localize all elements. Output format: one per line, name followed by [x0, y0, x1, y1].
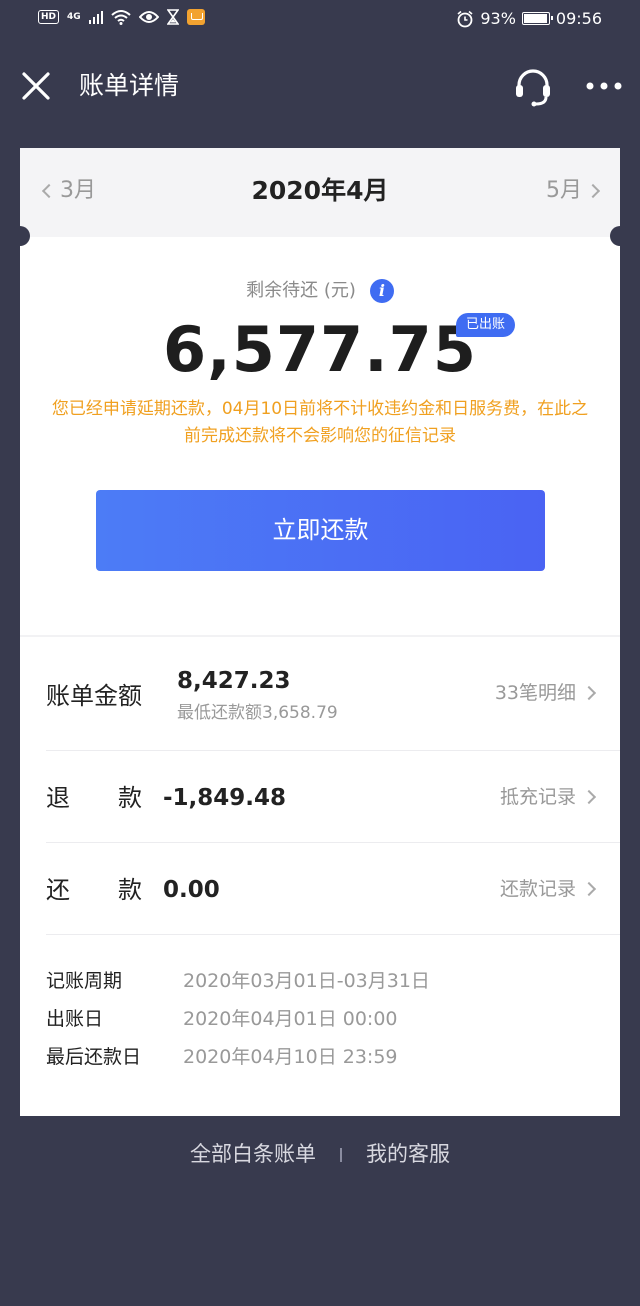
- network-type: 4G: [67, 12, 81, 22]
- next-month-button[interactable]: 5月: [546, 176, 601, 206]
- row-divider: [46, 934, 620, 935]
- footer-links: 全部白条账单 我的客服: [0, 1136, 640, 1172]
- alarm-icon: [457, 10, 473, 27]
- offset-records-link[interactable]: 抵充记录: [499, 783, 597, 811]
- repayment-row[interactable]: 还 款 0.00 还款记录: [20, 843, 620, 935]
- remaining-label-row: 剩余待还 (元) i: [20, 278, 620, 304]
- mail-notification-icon: [186, 9, 205, 25]
- eye-icon: [138, 11, 159, 23]
- deferral-notice: 您已经申请延期还款，04月10日前将不计收违约金和日服务费，在此之前完成还款将不…: [51, 399, 589, 446]
- remaining-label: 剩余待还 (元): [246, 280, 356, 301]
- repayment-records-link[interactable]: 还款记录: [499, 875, 597, 903]
- statement-date-value: 2020年04月01日 00:00: [183, 1008, 398, 1030]
- list-item: 最后还款日 2020年04月10日 23:59: [46, 1042, 606, 1080]
- bill-amount-row[interactable]: 账单金额 8,427.23 最低还款额3,658.79 33笔明细: [20, 637, 620, 751]
- remaining-amount: 6,577.75: [163, 313, 477, 386]
- status-badge: 已出账: [456, 313, 516, 337]
- chevron-right-icon: [581, 685, 597, 701]
- chevron-right-icon: [581, 789, 597, 805]
- due-date-value: 2020年04月10日 23:59: [183, 1046, 398, 1068]
- list-item: 记账周期 2020年03月01日-03月31日: [46, 966, 606, 1004]
- repayment-value: 0.00: [163, 877, 220, 903]
- battery-icon: [521, 12, 553, 25]
- month-switcher: 3月 2020年4月 5月: [20, 148, 620, 237]
- hd-icon: HD: [38, 10, 60, 24]
- refund-label: 退 款: [46, 784, 142, 812]
- battery-percent: 93%: [480, 9, 516, 28]
- bill-amount-value: 8,427.23: [177, 668, 291, 694]
- next-month-label: 5月: [546, 178, 582, 203]
- repayment-label: 还 款: [46, 876, 142, 904]
- bill-card: 3月 2020年4月 5月 剩余待还 (元) i 6,577.75 已出账 您已经…: [10, 148, 630, 1116]
- minimum-payment: 最低还款额3,658.79: [177, 703, 338, 723]
- wifi-icon: [111, 10, 131, 25]
- nav-bar: 账单详情: [0, 60, 640, 112]
- more-icon[interactable]: [584, 70, 624, 102]
- chevron-right-icon: [581, 881, 597, 897]
- billing-period-value: 2020年03月01日-03月31日: [183, 970, 430, 992]
- billing-period-label: 记账周期: [46, 970, 123, 992]
- statement-date-label: 出账日: [46, 1008, 104, 1030]
- status-left: HD 4G: [38, 9, 205, 25]
- page-title: 账单详情: [79, 71, 180, 100]
- status-bar: HD 4G 93% 09:56: [0, 0, 640, 40]
- customer-service-icon[interactable]: [512, 66, 554, 108]
- my-service-link[interactable]: 我的客服: [366, 1142, 450, 1166]
- bill-info-list: 记账周期 2020年03月01日-03月31日 出账日 2020年04月01日 …: [46, 966, 606, 1080]
- refund-value: -1,849.48: [163, 785, 287, 811]
- repayment-records-label: 还款记录: [499, 878, 576, 900]
- status-right: 93% 09:56: [456, 9, 602, 28]
- clock: 09:56: [555, 9, 602, 28]
- bill-details-link[interactable]: 33笔明细: [494, 679, 597, 707]
- refund-row[interactable]: 退 款 -1,849.48 抵充记录: [20, 751, 620, 843]
- card-notch-right: [610, 226, 630, 246]
- chevron-right-icon: [585, 183, 601, 199]
- hourglass-icon: [166, 9, 179, 25]
- info-icon[interactable]: i: [369, 279, 394, 303]
- footer-divider: [340, 1148, 342, 1162]
- list-item: 出账日 2020年04月01日 00:00: [46, 1004, 606, 1042]
- close-icon[interactable]: [18, 68, 54, 104]
- bill-amount-label: 账单金额: [46, 682, 142, 710]
- bill-details-label: 33笔明细: [494, 682, 576, 704]
- pay-now-button[interactable]: 立即还款: [96, 490, 545, 571]
- offset-records-label: 抵充记录: [499, 786, 576, 808]
- card-notch-left: [10, 226, 30, 246]
- current-month: 2020年4月: [251, 176, 389, 205]
- all-bills-link[interactable]: 全部白条账单: [190, 1142, 316, 1166]
- due-date-label: 最后还款日: [46, 1046, 142, 1068]
- signal-icon: [88, 11, 103, 24]
